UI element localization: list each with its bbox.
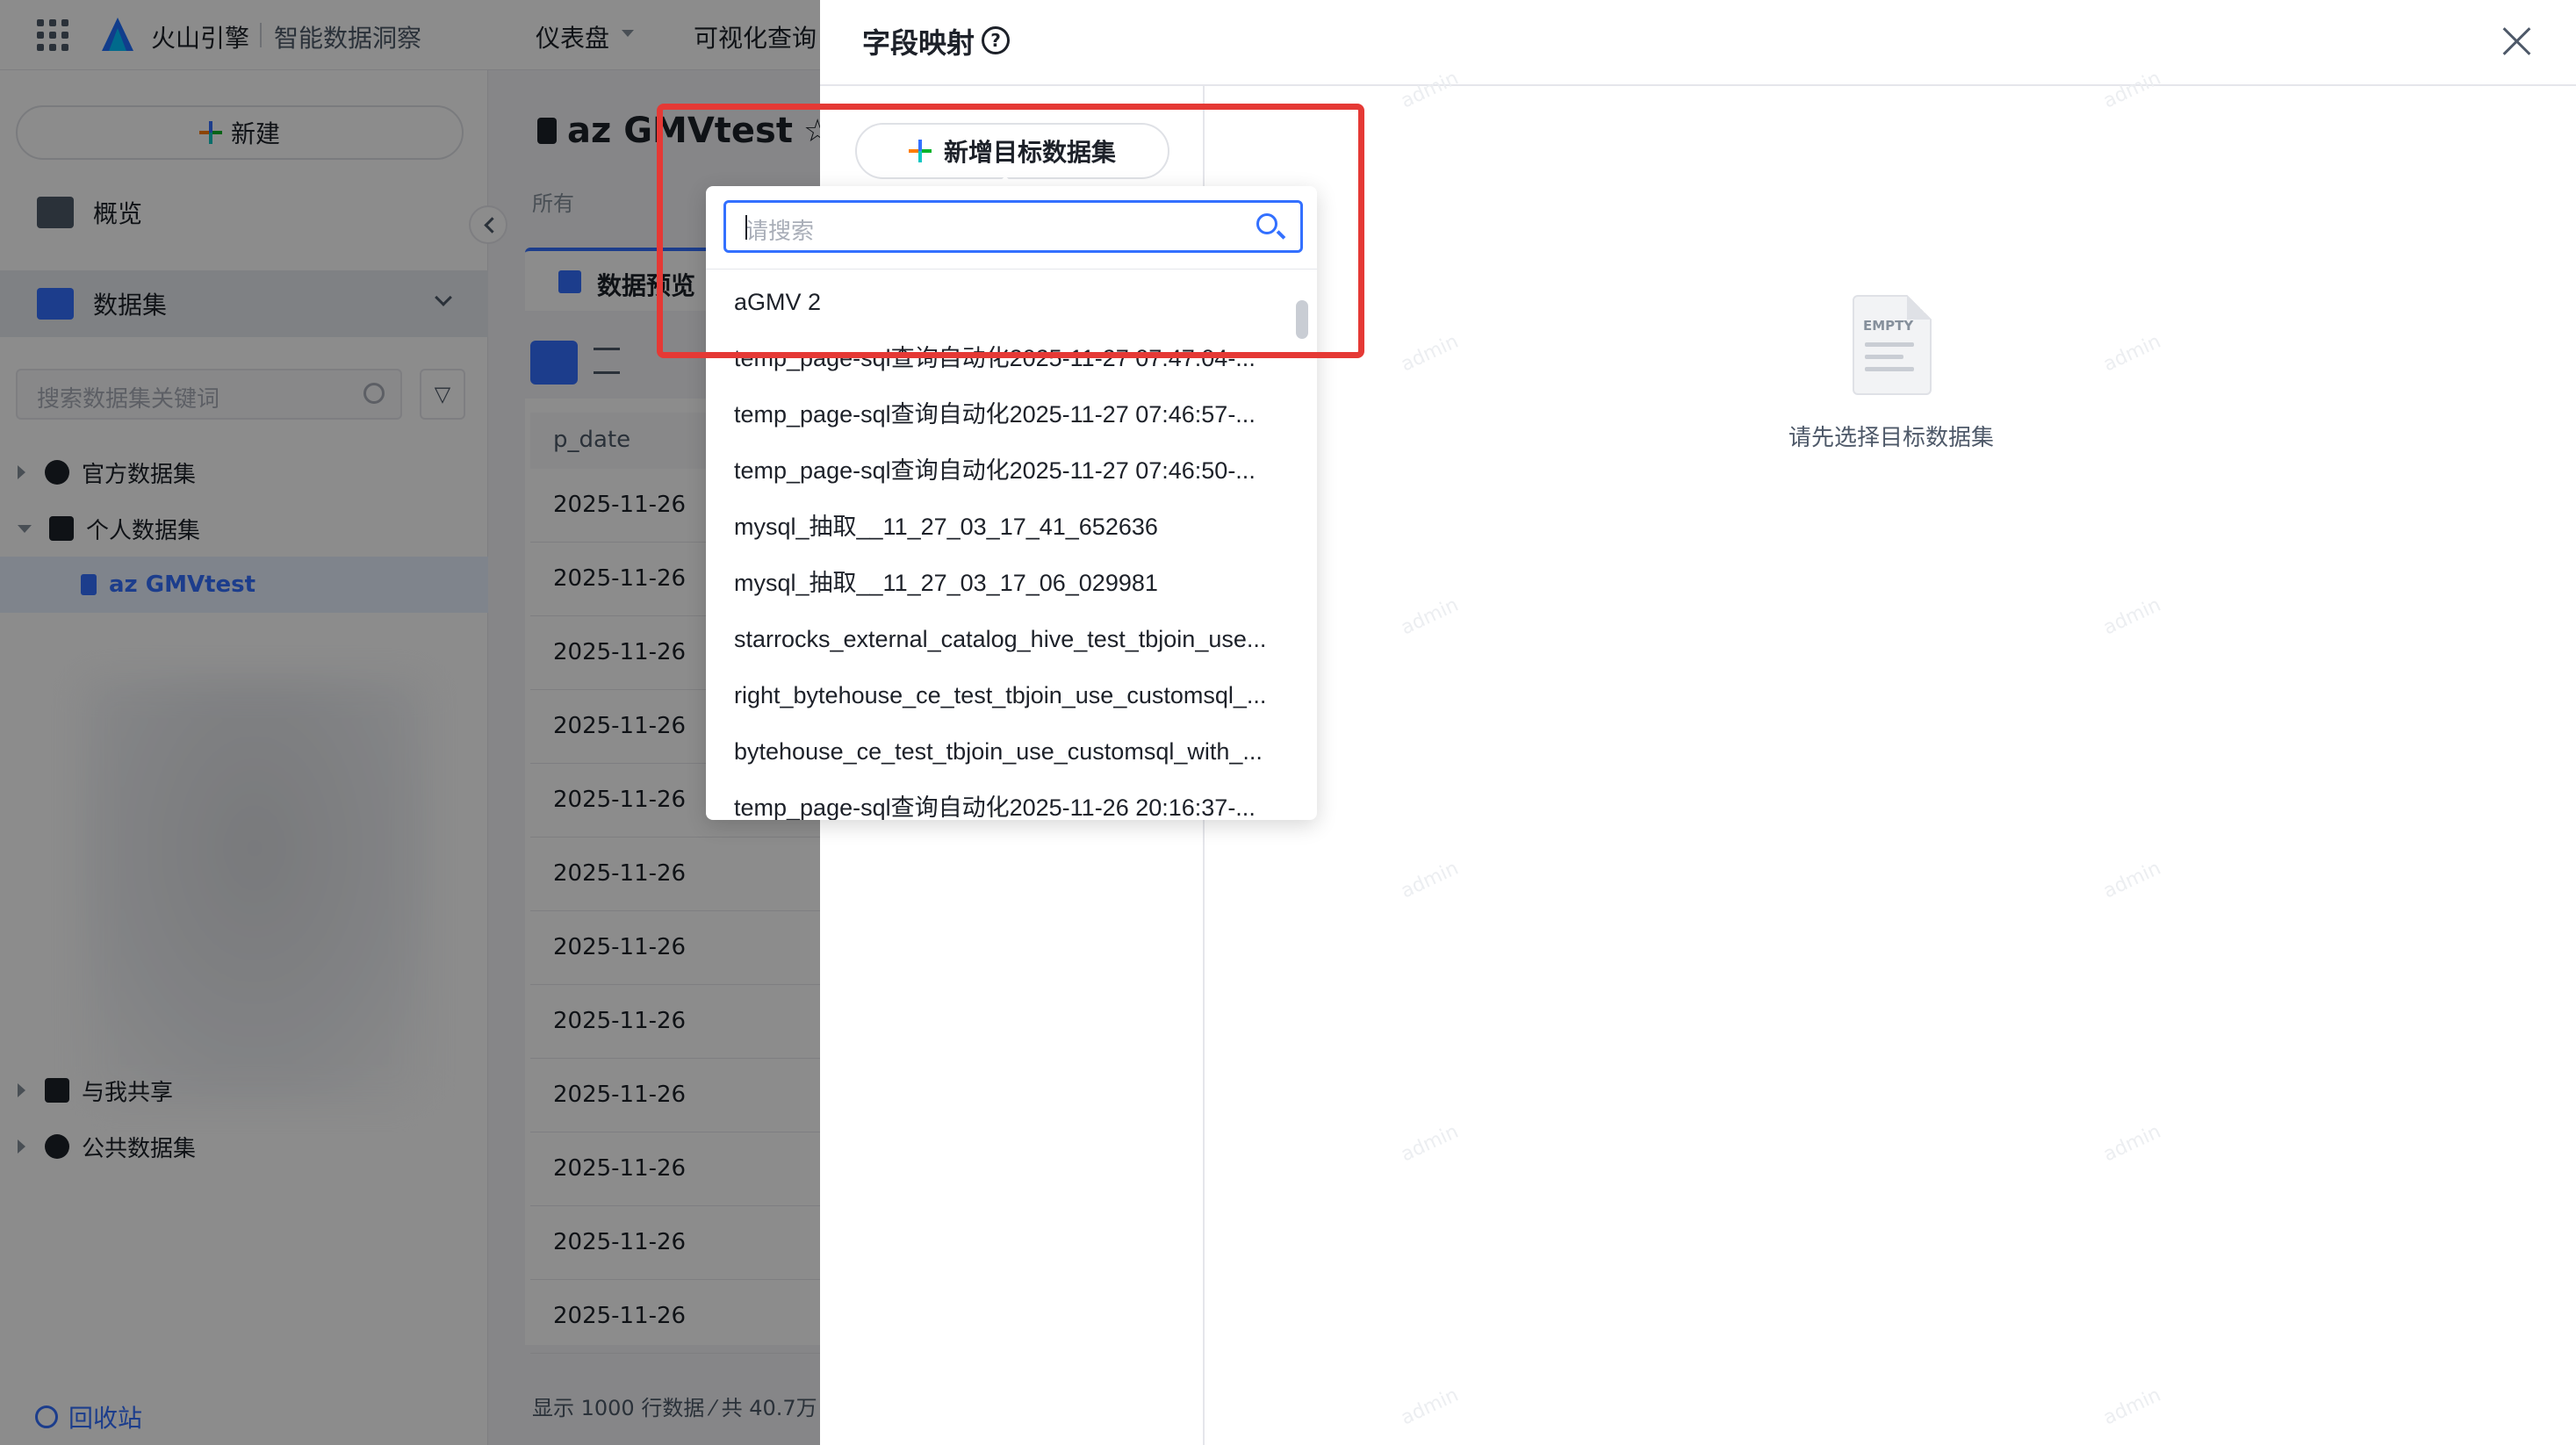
watermark: admin [2099,1120,2164,1167]
watermark: admin [2099,593,2164,640]
watermark: admin [1397,593,1462,640]
help-icon[interactable]: ? [982,26,1010,54]
drawer-title: 字段映射 [862,26,975,60]
empty-icon-label: EMPTY [1863,318,1914,334]
list-item[interactable]: temp_page-sql查询自动化2025-11-26 20:16:37-..… [734,780,1278,820]
list-item[interactable]: mysql_抽取__11_27_03_17_06_029981 [734,555,1278,611]
watermark: admin [1397,330,1462,377]
watermark: admin [1397,1384,1462,1430]
list-item[interactable]: right_bytehouse_ce_test_tbjoin_use_custo… [734,667,1278,723]
list-item[interactable]: mysql_抽取__11_27_03_17_41_652636 [734,499,1278,555]
watermark: admin [1397,857,1462,903]
empty-document-icon: EMPTY [1853,295,1932,395]
empty-state-text: 请先选择目标数据集 [1788,425,1994,451]
list-item[interactable]: bytehouse_ce_test_tbjoin_use_customsql_w… [734,723,1278,780]
watermark: admin [2099,857,2164,903]
watermark: admin [2099,330,2164,377]
list-item[interactable]: starrocks_external_catalog_hive_test_tbj… [734,611,1278,667]
watermark: admin [1397,1120,1462,1167]
list-item[interactable]: temp_page-sql查询自动化2025-11-27 07:46:50-..… [734,442,1278,499]
watermark: admin [2099,1384,2164,1430]
list-item[interactable]: temp_page-sql查询自动化2025-11-27 07:46:57-..… [734,386,1278,442]
drawer-header: 字段映射 ? [820,0,2576,86]
highlight-annotation [657,104,1364,358]
close-icon[interactable] [2500,25,2534,58]
dropdown-scrollbar[interactable] [1296,295,1308,820]
